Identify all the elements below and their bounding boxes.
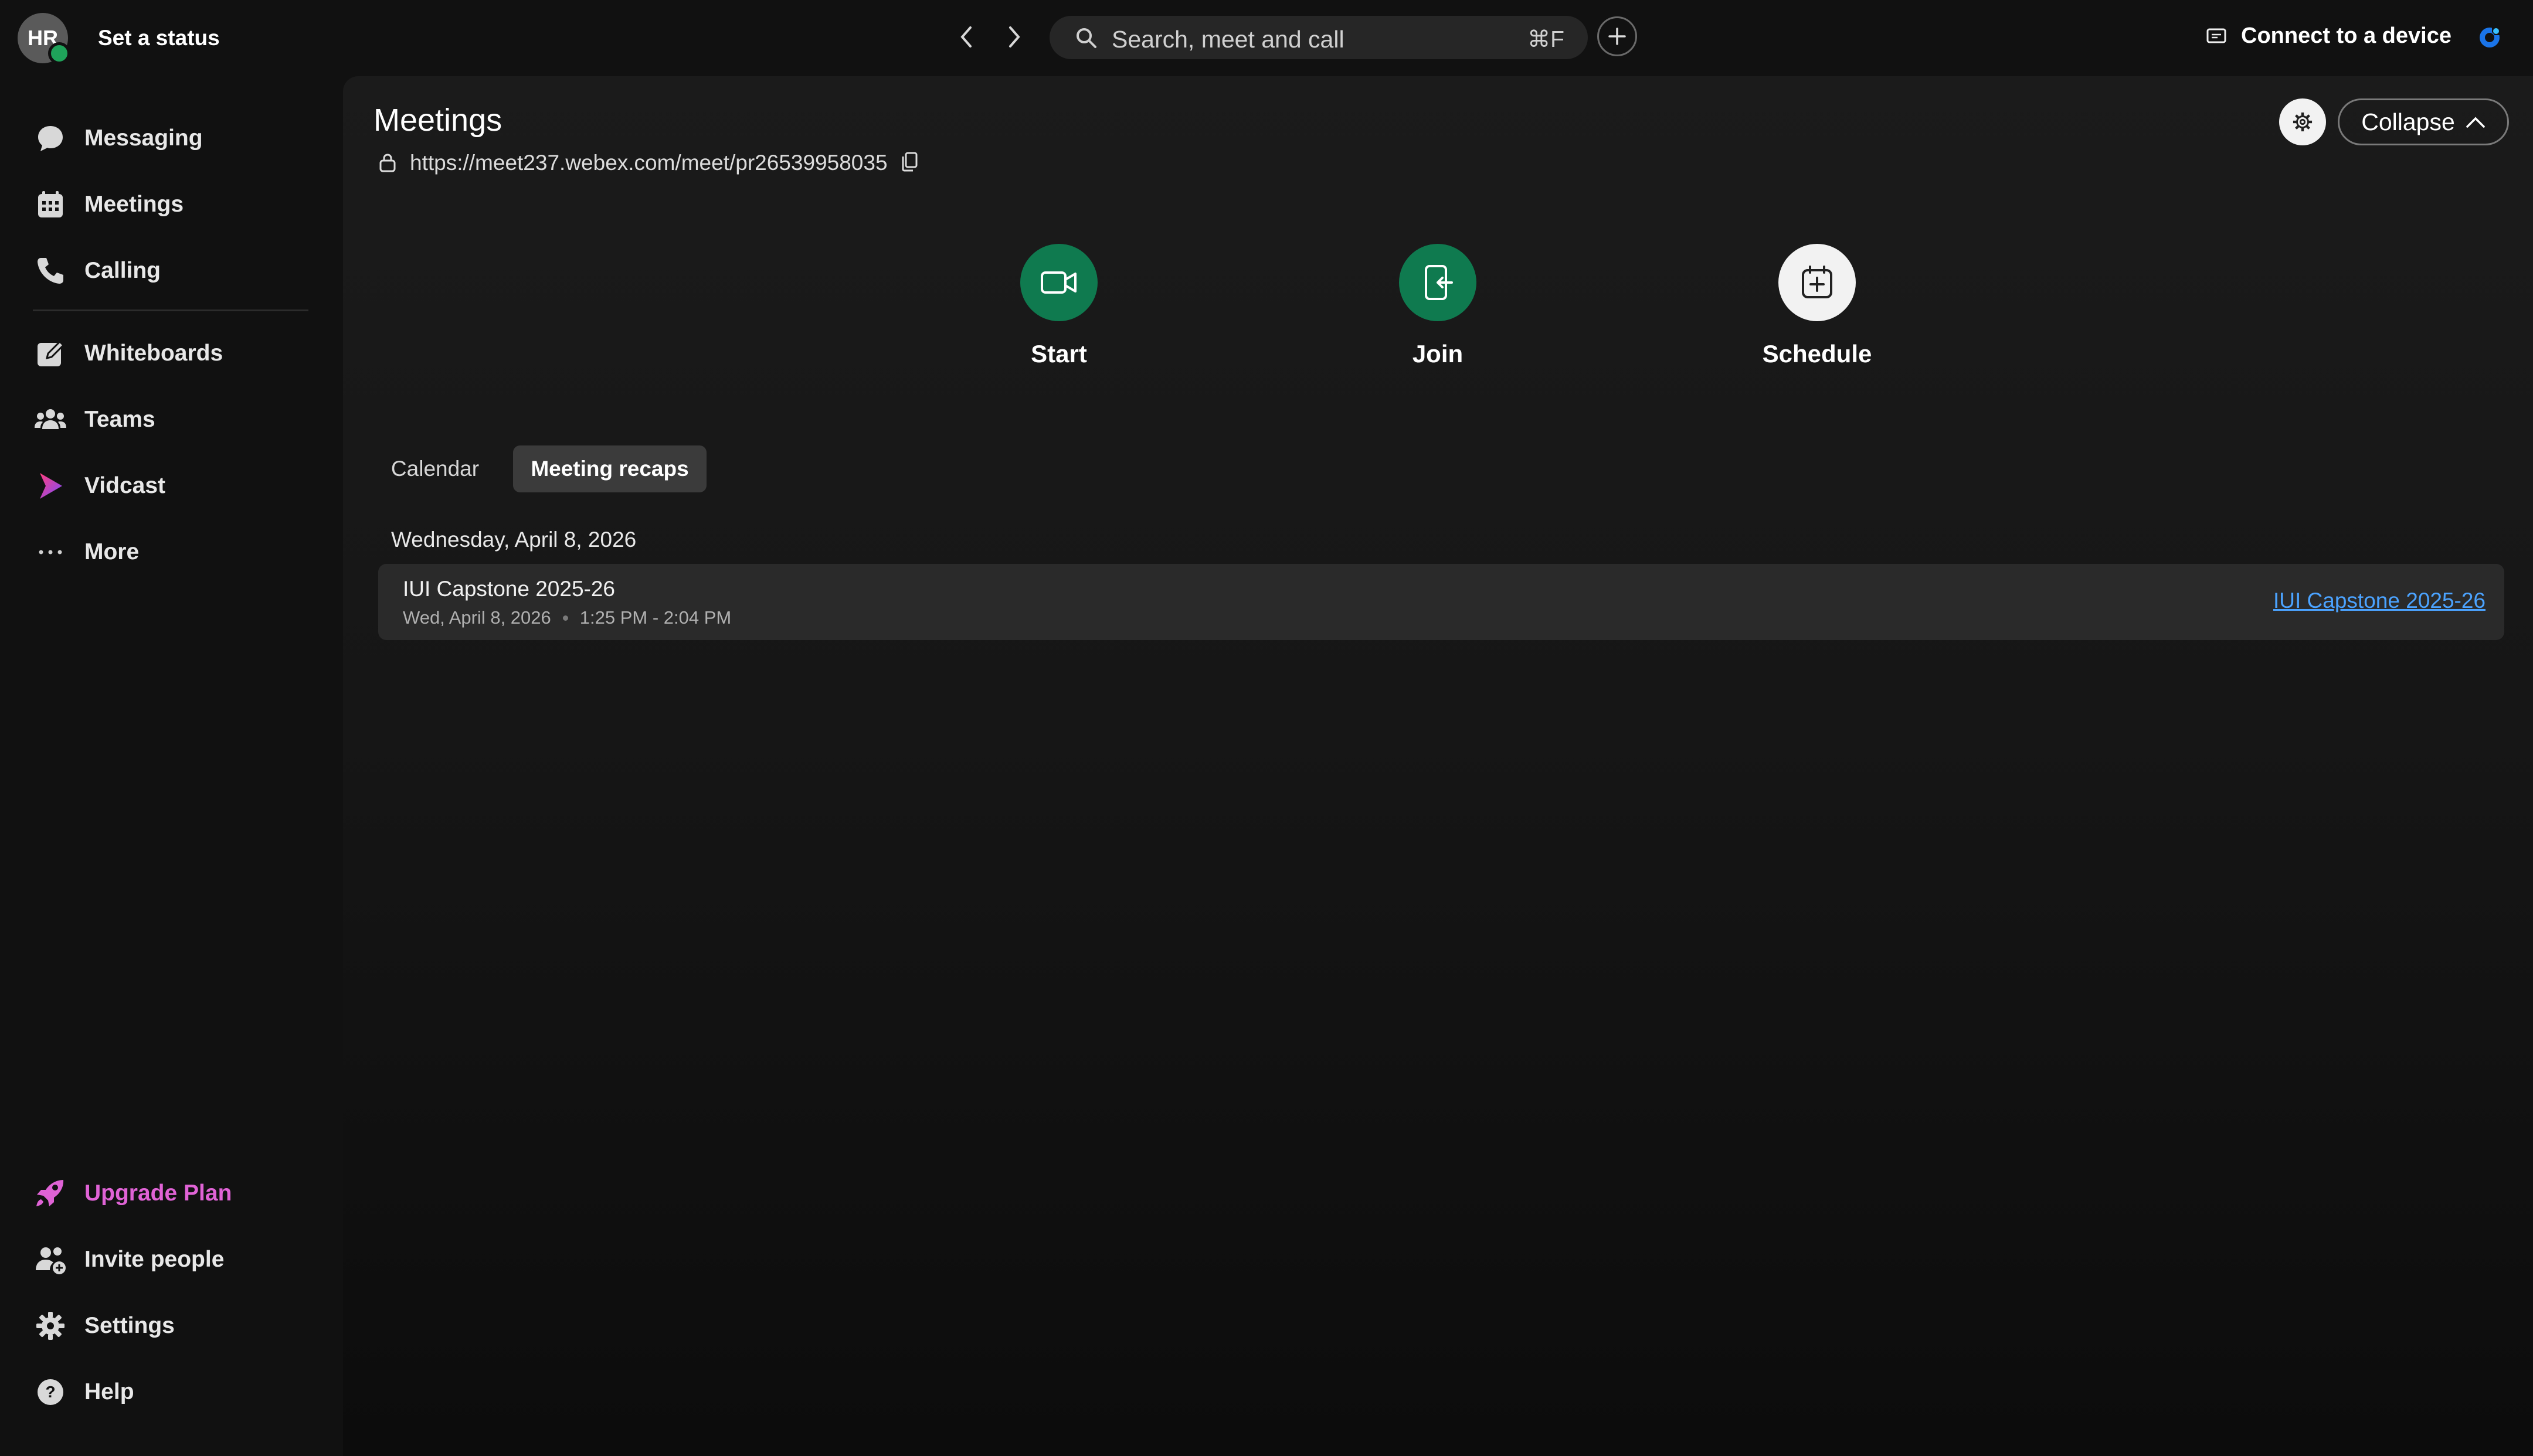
start-label: Start [1031, 340, 1087, 368]
join-label: Join [1412, 340, 1464, 368]
sidebar-item-label: Help [84, 1379, 134, 1404]
sidebar: Messaging Meetings Calling Whiteboards T… [0, 76, 343, 1456]
more-dots-icon [33, 535, 68, 570]
webex-logo-icon [2480, 27, 2500, 47]
lock-icon [379, 154, 396, 172]
meeting-time: 1:25 PM - 2:04 PM [579, 607, 732, 628]
schedule-meeting-button[interactable]: Schedule [1729, 244, 1905, 368]
tab-meeting-recaps[interactable]: Meeting recaps [513, 445, 707, 492]
gear-icon [2293, 112, 2313, 132]
join-door-icon [1425, 265, 1453, 300]
meeting-title: IUI Capstone 2025-26 [403, 577, 616, 601]
set-status-button[interactable]: Set a status [98, 26, 220, 50]
device-icon [2206, 28, 2226, 43]
sidebar-item-calling[interactable]: Calling [33, 247, 161, 294]
chat-bubble-icon [33, 121, 68, 156]
meeting-meta: Wed, April 8, 2026 1:25 PM - 2:04 PM [403, 607, 731, 628]
start-circle [1020, 244, 1098, 321]
join-circle [1399, 244, 1476, 321]
copy-url-button[interactable] [901, 151, 918, 175]
sidebar-item-label: Calling [84, 258, 161, 283]
sidebar-item-settings[interactable]: Settings [33, 1302, 175, 1349]
sidebar-item-label: Settings [84, 1313, 175, 1338]
plus-icon [1608, 28, 1626, 45]
forward-button[interactable] [998, 19, 1031, 55]
sidebar-item-label: Messaging [84, 125, 203, 151]
separator-dot [562, 615, 568, 621]
vidcast-icon [33, 468, 68, 504]
sidebar-item-upgrade-plan[interactable]: Upgrade Plan [33, 1170, 232, 1217]
sidebar-item-label: Upgrade Plan [84, 1181, 232, 1206]
chevron-left-icon [960, 26, 972, 47]
personal-room-url-row: https://meet237.webex.com/meet/pr2653995… [378, 151, 918, 175]
search-placeholder: Search, meet and call [1112, 26, 1344, 53]
sidebar-item-messaging[interactable]: Messaging [33, 115, 203, 162]
sidebar-item-label: Vidcast [84, 473, 166, 498]
meeting-settings-button[interactable] [2279, 98, 2326, 145]
presence-indicator [48, 42, 70, 64]
search-icon [1077, 28, 1096, 48]
help-icon: ? [33, 1375, 68, 1410]
page-title: Meetings [374, 103, 502, 138]
meeting-date: Wed, April 8, 2026 [403, 607, 551, 628]
personal-room-url[interactable]: https://meet237.webex.com/meet/pr2653995… [410, 151, 888, 175]
sidebar-item-invite-people[interactable]: Invite people [33, 1236, 224, 1283]
schedule-label: Schedule [1762, 340, 1872, 368]
sidebar-item-label: Meetings [84, 192, 184, 217]
search-shortcut: ⌘F [1527, 27, 1564, 52]
whiteboard-icon [33, 336, 68, 371]
calendar-icon [33, 187, 68, 222]
sidebar-item-vidcast[interactable]: Vidcast [33, 462, 165, 509]
join-meeting-button[interactable]: Join [1350, 244, 1526, 368]
collapse-label: Collapse [2361, 108, 2455, 135]
sidebar-item-meetings[interactable]: Meetings [33, 181, 184, 228]
sidebar-item-whiteboards[interactable]: Whiteboards [33, 330, 223, 377]
date-header: Wednesday, April 8, 2026 [391, 528, 637, 552]
calendar-add-icon [1802, 266, 1832, 298]
start-meeting-button[interactable]: Start [971, 244, 1147, 368]
tab-calendar[interactable]: Calendar [374, 445, 497, 492]
sidebar-item-label: Teams [84, 407, 155, 432]
gear-icon [33, 1308, 68, 1343]
new-action-button[interactable] [1597, 16, 1637, 56]
chevron-up-icon [2466, 117, 2485, 128]
meeting-recap-row[interactable]: IUI Capstone 2025-26 Wed, April 8, 2026 … [378, 564, 2504, 640]
sidebar-item-help[interactable]: ? Help [33, 1369, 134, 1416]
meeting-recap-link[interactable]: IUI Capstone 2025-26 [2273, 588, 2486, 613]
sidebar-item-label: Invite people [84, 1247, 225, 1272]
back-button[interactable] [950, 19, 983, 55]
chevron-right-icon [1009, 26, 1020, 47]
meetings-panel: Meetings https://meet237.webex.com/meet/… [343, 76, 2533, 1456]
collapse-button[interactable]: Collapse [2338, 98, 2509, 145]
copy-icon [902, 152, 918, 171]
sidebar-item-teams[interactable]: Teams [33, 396, 155, 443]
avatar[interactable]: HR [18, 13, 70, 64]
invite-people-icon [33, 1242, 68, 1277]
webex-logo[interactable] [2477, 25, 2503, 53]
search-bar[interactable]: Search, meet and call ⌘F [1050, 16, 1588, 59]
sidebar-divider [33, 309, 308, 311]
people-icon [33, 402, 68, 437]
connect-device-button[interactable]: Connect to a device [2206, 23, 2451, 49]
sidebar-item-label: Whiteboards [84, 341, 223, 366]
sidebar-item-more[interactable]: More [33, 529, 139, 576]
rocket-icon [33, 1176, 68, 1211]
top-bar: HR Set a status Search, meet and call ⌘F… [0, 0, 2533, 76]
phone-icon [33, 253, 68, 288]
svg-text:?: ? [45, 1383, 55, 1401]
connect-device-label: Connect to a device [2241, 23, 2451, 48]
sidebar-item-label: More [84, 539, 140, 564]
video-camera-icon [1041, 271, 1077, 294]
webex-app-window: HR Set a status Search, meet and call ⌘F… [0, 0, 2533, 1456]
schedule-circle [1778, 244, 1856, 321]
